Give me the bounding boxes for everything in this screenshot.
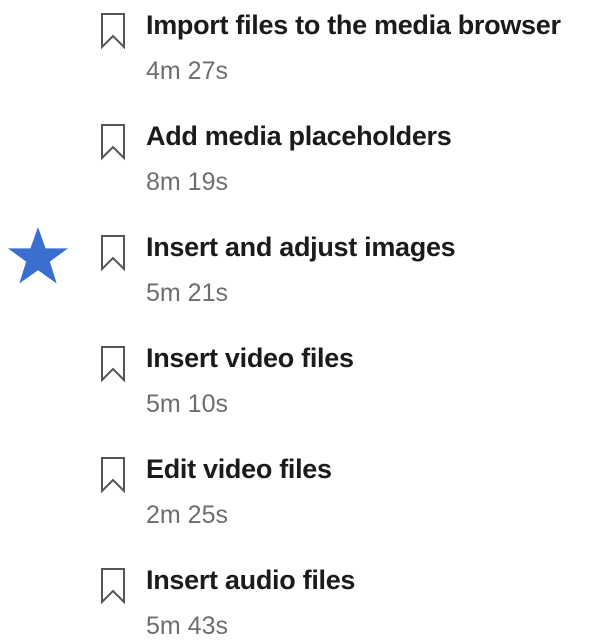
lesson-title[interactable]: Insert audio files	[146, 564, 355, 596]
bookmark-icon[interactable]	[99, 567, 127, 605]
lesson-item[interactable]: Edit video files 2m 25s	[0, 444, 608, 544]
lesson-title[interactable]: Insert and adjust images	[146, 231, 456, 263]
lesson-item[interactable]: Insert video files 5m 10s	[0, 333, 608, 433]
lesson-duration: 8m 19s	[146, 168, 228, 196]
bookmark-icon[interactable]	[99, 234, 127, 272]
lesson-list: Import files to the media browser 4m 27s…	[0, 0, 608, 640]
lesson-item[interactable]: Add media placeholders 8m 19s	[0, 111, 608, 211]
lesson-item[interactable]: Insert and adjust images 5m 21s	[0, 222, 608, 322]
bookmark-icon[interactable]	[99, 12, 127, 50]
lesson-title[interactable]: Edit video files	[146, 453, 332, 485]
star-icon	[6, 226, 70, 286]
bookmark-icon[interactable]	[99, 123, 127, 161]
lesson-title[interactable]: Add media placeholders	[146, 120, 452, 152]
lesson-duration: 4m 27s	[146, 57, 228, 85]
lesson-duration: 2m 25s	[146, 501, 228, 529]
lesson-item[interactable]: Insert audio files 5m 43s	[0, 555, 608, 640]
lesson-title[interactable]: Insert video files	[146, 342, 354, 374]
lesson-duration: 5m 21s	[146, 279, 228, 307]
lesson-title[interactable]: Import files to the media browser	[146, 9, 561, 41]
lesson-duration: 5m 43s	[146, 612, 228, 640]
bookmark-icon[interactable]	[99, 456, 127, 494]
lesson-duration: 5m 10s	[146, 390, 228, 418]
lesson-item[interactable]: Import files to the media browser 4m 27s	[0, 0, 608, 100]
bookmark-icon[interactable]	[99, 345, 127, 383]
